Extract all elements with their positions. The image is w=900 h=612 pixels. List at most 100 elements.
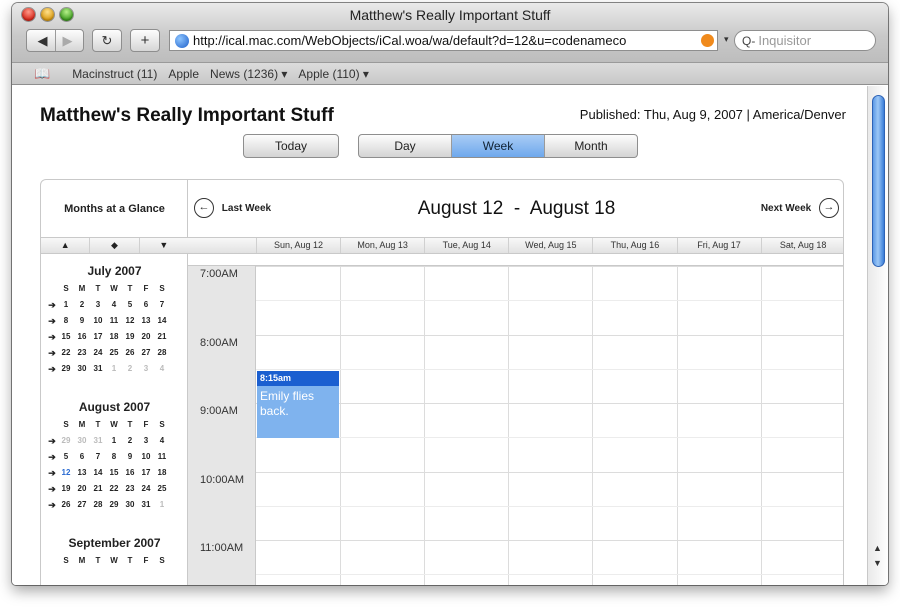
mini-day[interactable]: 15 [106,465,122,481]
mini-day[interactable]: 25 [154,481,170,497]
mini-day[interactable]: 3 [138,433,154,449]
mini-day[interactable]: 14 [90,465,106,481]
week-arrow-icon[interactable]: ➔ [46,345,58,361]
mini-day[interactable]: 12 [58,465,74,481]
mini-day[interactable]: 2 [122,433,138,449]
mini-day[interactable]: 30 [74,361,90,377]
mini-day[interactable]: 8 [58,313,74,329]
mini-day[interactable]: 28 [154,345,170,361]
scroll-up-icon[interactable]: ▲ [873,543,882,553]
week-arrow-icon[interactable]: ➔ [46,497,58,513]
mini-day[interactable]: 18 [106,329,122,345]
mini-day[interactable]: 29 [106,497,122,513]
mini-day[interactable]: 1 [106,361,122,377]
view-week-button[interactable]: Week [452,135,545,157]
mini-day[interactable]: 15 [58,329,74,345]
mini-day[interactable]: 25 [106,345,122,361]
mini-day[interactable]: 9 [74,313,90,329]
mini-day[interactable]: 20 [74,481,90,497]
mini-day[interactable]: 8 [106,449,122,465]
mini-day[interactable]: 30 [74,433,90,449]
mini-day[interactable]: 18 [154,465,170,481]
scroll-down-icon[interactable]: ▼ [873,558,882,568]
mini-day[interactable]: 29 [58,433,74,449]
mini-day[interactable]: 13 [74,465,90,481]
mini-day[interactable]: 7 [90,449,106,465]
mini-day[interactable]: 17 [90,329,106,345]
scrollbar-thumb[interactable] [872,95,885,267]
mini-day[interactable]: 4 [154,433,170,449]
mini-day[interactable]: 2 [122,361,138,377]
mini-day[interactable]: 17 [138,465,154,481]
mini-day[interactable]: 26 [122,345,138,361]
week-arrow-icon[interactable]: ➔ [46,481,58,497]
current-month-icon[interactable]: ◆ [90,238,140,253]
mini-day[interactable]: 16 [122,465,138,481]
mini-day[interactable]: 23 [74,345,90,361]
mini-day[interactable]: 5 [122,297,138,313]
mini-day[interactable]: 4 [154,361,170,377]
mini-day[interactable]: 23 [122,481,138,497]
mini-day[interactable]: 9 [122,449,138,465]
bookmark-folder[interactable]: News (1236) ▾ [210,67,287,81]
mini-day[interactable]: 1 [154,497,170,513]
mini-day[interactable]: 21 [154,329,170,345]
mini-day[interactable]: 22 [58,345,74,361]
mini-day[interactable]: 24 [138,481,154,497]
mini-day[interactable]: 31 [90,361,106,377]
mini-day[interactable]: 10 [90,313,106,329]
next-month-icon[interactable]: ▼ [140,238,188,253]
mini-day[interactable]: 5 [58,449,74,465]
mini-day[interactable]: 12 [122,313,138,329]
vertical-scrollbar[interactable]: ▲ ▼ [867,86,888,585]
back-arrow-icon[interactable]: ◀ [38,33,48,49]
week-arrow-icon[interactable]: ➔ [46,329,58,345]
bookmark-item[interactable]: Macinstruct (11) [72,67,157,81]
mini-day[interactable]: 30 [122,497,138,513]
mini-day[interactable]: 4 [106,297,122,313]
week-arrow-icon[interactable]: ➔ [46,449,58,465]
mini-day[interactable]: 28 [90,497,106,513]
view-month-button[interactable]: Month [545,135,637,157]
bookmark-folder[interactable]: Apple (110) ▾ [298,67,369,81]
next-week-button[interactable]: Next Week → [761,198,839,218]
mini-day[interactable]: 13 [138,313,154,329]
view-day-button[interactable]: Day [359,135,452,157]
previous-month-icon[interactable]: ▲ [41,238,91,253]
mini-day[interactable]: 1 [58,297,74,313]
mini-day[interactable]: 19 [58,481,74,497]
mini-day[interactable]: 6 [138,297,154,313]
search-field[interactable]: Q- Inquisitor [734,30,876,51]
mini-day[interactable]: 31 [90,433,106,449]
week-arrow-icon[interactable]: ➔ [46,297,58,313]
mini-day[interactable]: 20 [138,329,154,345]
mini-day[interactable]: 7 [154,297,170,313]
mini-day[interactable]: 19 [122,329,138,345]
url-history-dropdown-icon[interactable]: ▾ [724,34,729,45]
mini-day[interactable]: 24 [90,345,106,361]
mini-day[interactable]: 22 [106,481,122,497]
mini-day[interactable]: 6 [74,449,90,465]
rss-icon[interactable] [701,34,714,47]
add-bookmark-button[interactable]: + [130,29,160,52]
mini-day[interactable]: 21 [90,481,106,497]
mini-day[interactable]: 1 [106,433,122,449]
today-button[interactable]: Today [243,134,339,158]
mini-day[interactable]: 11 [154,449,170,465]
reload-button[interactable]: ↻ [92,29,122,52]
mini-day[interactable]: 26 [58,497,74,513]
mini-day[interactable]: 10 [138,449,154,465]
mini-day[interactable]: 29 [58,361,74,377]
bookmark-item[interactable]: Apple [168,67,199,81]
mini-day[interactable]: 31 [138,497,154,513]
week-arrow-icon[interactable]: ➔ [46,361,58,377]
mini-day[interactable]: 14 [154,313,170,329]
mini-day[interactable]: 3 [90,297,106,313]
mini-day[interactable]: 11 [106,313,122,329]
address-bar[interactable]: http://ical.mac.com/WebObjects/iCal.woa/… [169,30,718,51]
mini-day[interactable]: 3 [138,361,154,377]
week-arrow-icon[interactable]: ➔ [46,313,58,329]
week-arrow-icon[interactable]: ➔ [46,433,58,449]
mini-day[interactable]: 27 [138,345,154,361]
mini-day[interactable]: 16 [74,329,90,345]
